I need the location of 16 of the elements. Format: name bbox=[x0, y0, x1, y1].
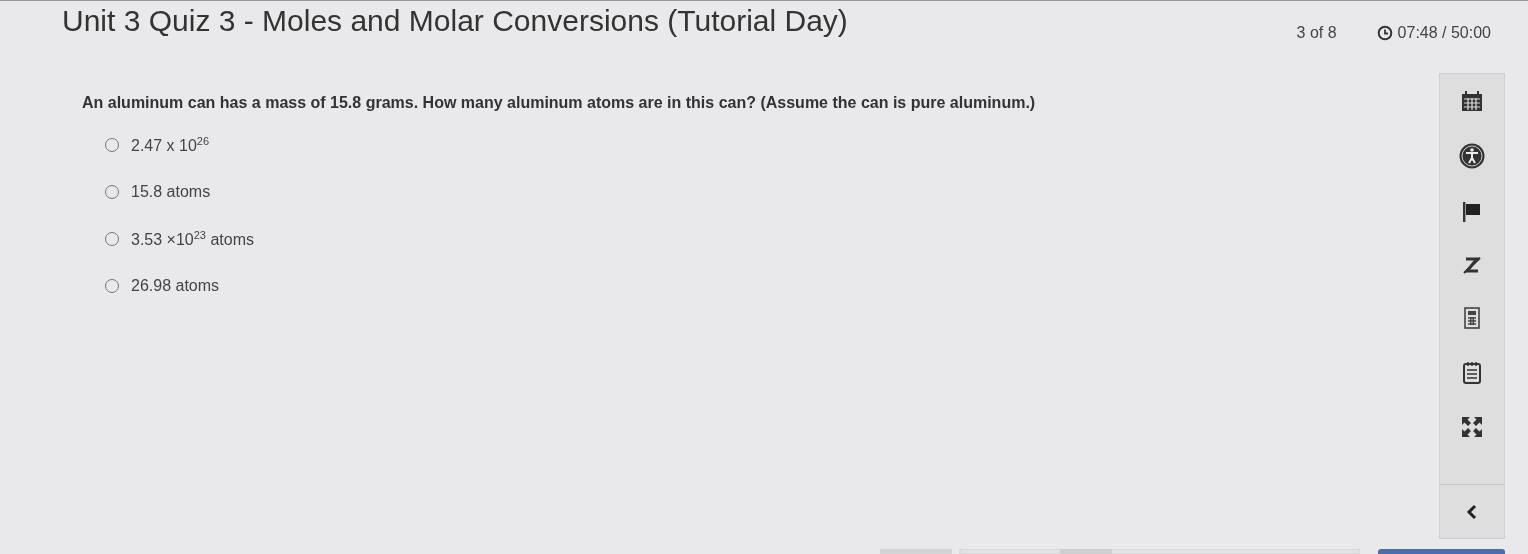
answer-option[interactable]: 2.47 x 10$^{26}$ bbox=[131, 134, 210, 156]
accessibility-icon[interactable] bbox=[1459, 143, 1485, 170]
quiz-title: Unit 3 Quiz 3 - Moles and Molar Conversions (Tutorial Day) bbox=[62, 4, 848, 38]
calculator-icon[interactable] bbox=[1464, 307, 1480, 330]
clock-icon bbox=[1376, 25, 1393, 41]
question-counter: 3 of 8 bbox=[1296, 24, 1337, 42]
expand-icon[interactable] bbox=[1461, 416, 1483, 439]
timer-text: 07:48 / 50:00 bbox=[1397, 24, 1491, 42]
chevron-left-icon[interactable] bbox=[1466, 503, 1478, 520]
answer-option[interactable]: 26.98 atoms bbox=[131, 277, 220, 295]
answer-option[interactable]: 15.8 atoms bbox=[131, 183, 211, 201]
notepad-icon[interactable] bbox=[1462, 360, 1482, 385]
question-text: An aluminum can has a mass of 15.8 grams. How many aluminum atoms are in this can? (Assume the can is pure aluminum.) bbox=[82, 94, 1037, 112]
answer-option[interactable]: 3.53 ×10$^{23}$ atoms bbox=[131, 228, 254, 250]
flag-icon[interactable] bbox=[1461, 200, 1483, 223]
calendar-icon[interactable] bbox=[1461, 89, 1483, 112]
